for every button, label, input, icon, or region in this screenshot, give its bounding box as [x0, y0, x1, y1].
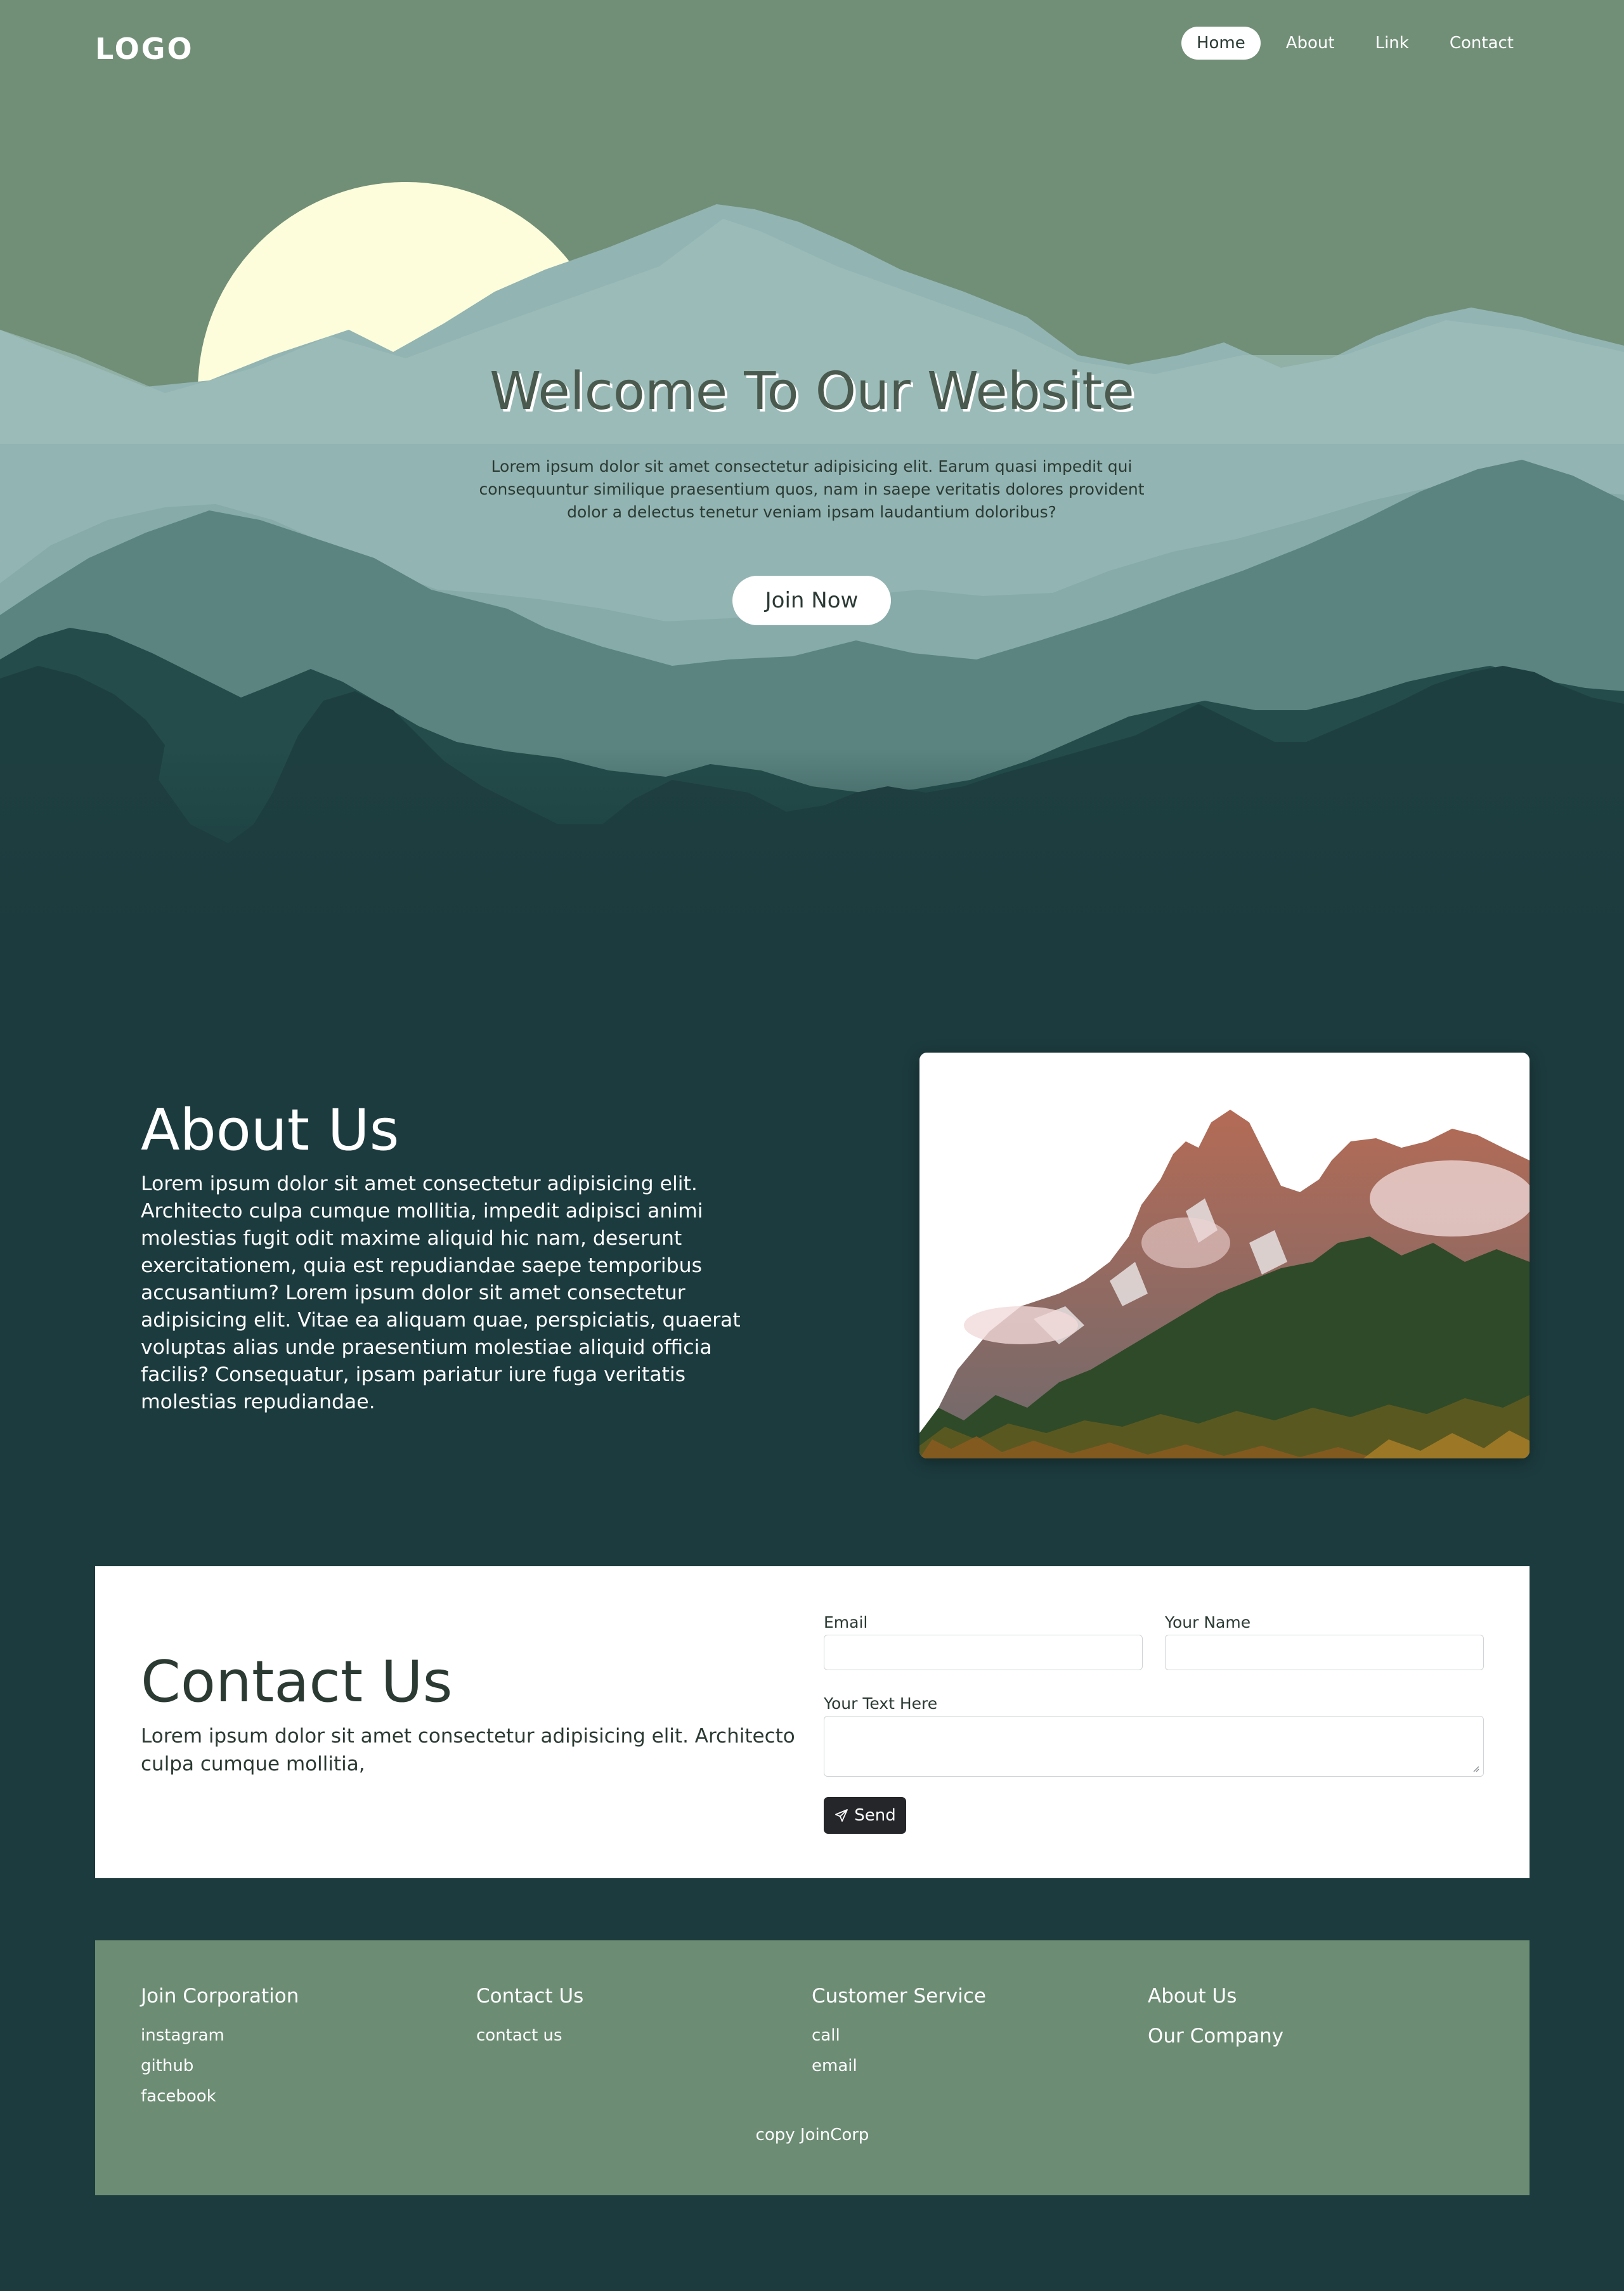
message-textarea[interactable]: [824, 1716, 1484, 1777]
mountain-photo-illustration: [919, 1053, 1530, 1458]
name-field[interactable]: [1165, 1635, 1484, 1670]
footer-our-company: Our Company: [1148, 2025, 1284, 2048]
name-label: Your Name: [1165, 1613, 1251, 1632]
paper-plane-icon: [835, 1809, 848, 1822]
email-label: Email: [824, 1613, 868, 1632]
footer-link-call[interactable]: call: [812, 2020, 986, 2051]
copyright-text: copy JoinCorp: [755, 2126, 869, 2145]
mountain-fade: [0, 748, 1624, 926]
footer-column-customer-service: Customer Service call email: [812, 1985, 986, 2081]
contact-description: Lorem ipsum dolor sit amet consectetur a…: [141, 1725, 795, 1775]
footer-link-instagram[interactable]: instagram: [141, 2020, 299, 2051]
footer-link-contact-us[interactable]: contact us: [476, 2020, 583, 2051]
footer-link-github[interactable]: github: [141, 2051, 299, 2081]
hero-title: Welcome To Our Website: [490, 361, 1134, 422]
footer-heading: Join Corporation: [141, 1985, 299, 2008]
site-logo[interactable]: LOGO: [95, 32, 194, 66]
footer-heading: About Us: [1148, 1985, 1237, 2008]
footer-heading: Contact Us: [476, 1985, 584, 2008]
contact-section: Contact Us Lorem ipsum dolor sit amet co…: [95, 1566, 1530, 1878]
footer-column-contact-us: Contact Us contact us: [476, 1985, 583, 2051]
hero-section: LOGO Home About Link Contact Welcome To …: [0, 0, 1624, 926]
nav-link[interactable]: Link: [1360, 27, 1424, 60]
message-label: Your Text Here: [824, 1694, 938, 1713]
nav-home[interactable]: Home: [1181, 27, 1261, 60]
join-now-button[interactable]: Join Now: [732, 576, 891, 625]
about-title: About Us: [141, 1097, 400, 1164]
nav-contact[interactable]: Contact: [1434, 27, 1529, 60]
main-navigation: Home About Link Contact: [1181, 27, 1529, 60]
footer-link-email[interactable]: email: [812, 2051, 986, 2081]
about-description: Lorem ipsum dolor sit amet consectetur a…: [141, 1172, 741, 1413]
resize-grip-icon[interactable]: [1472, 1765, 1479, 1772]
hero-description: Lorem ipsum dolor sit amet consectetur a…: [479, 457, 1145, 521]
footer-link-facebook[interactable]: facebook: [141, 2081, 299, 2112]
footer-column-join-corporation: Join Corporation instagram github facebo…: [141, 1985, 299, 2112]
email-field[interactable]: [824, 1635, 1143, 1670]
send-button[interactable]: Send: [824, 1797, 906, 1834]
footer-heading: Customer Service: [812, 1985, 987, 2008]
nav-about[interactable]: About: [1271, 27, 1350, 60]
send-button-label: Send: [854, 1806, 896, 1825]
about-mountain-image: [919, 1053, 1530, 1458]
site-footer: Join Corporation instagram github facebo…: [95, 1940, 1530, 2195]
footer-column-about-us: About Us Our Company: [1148, 1985, 1283, 2052]
contact-title: Contact Us: [141, 1649, 453, 1715]
